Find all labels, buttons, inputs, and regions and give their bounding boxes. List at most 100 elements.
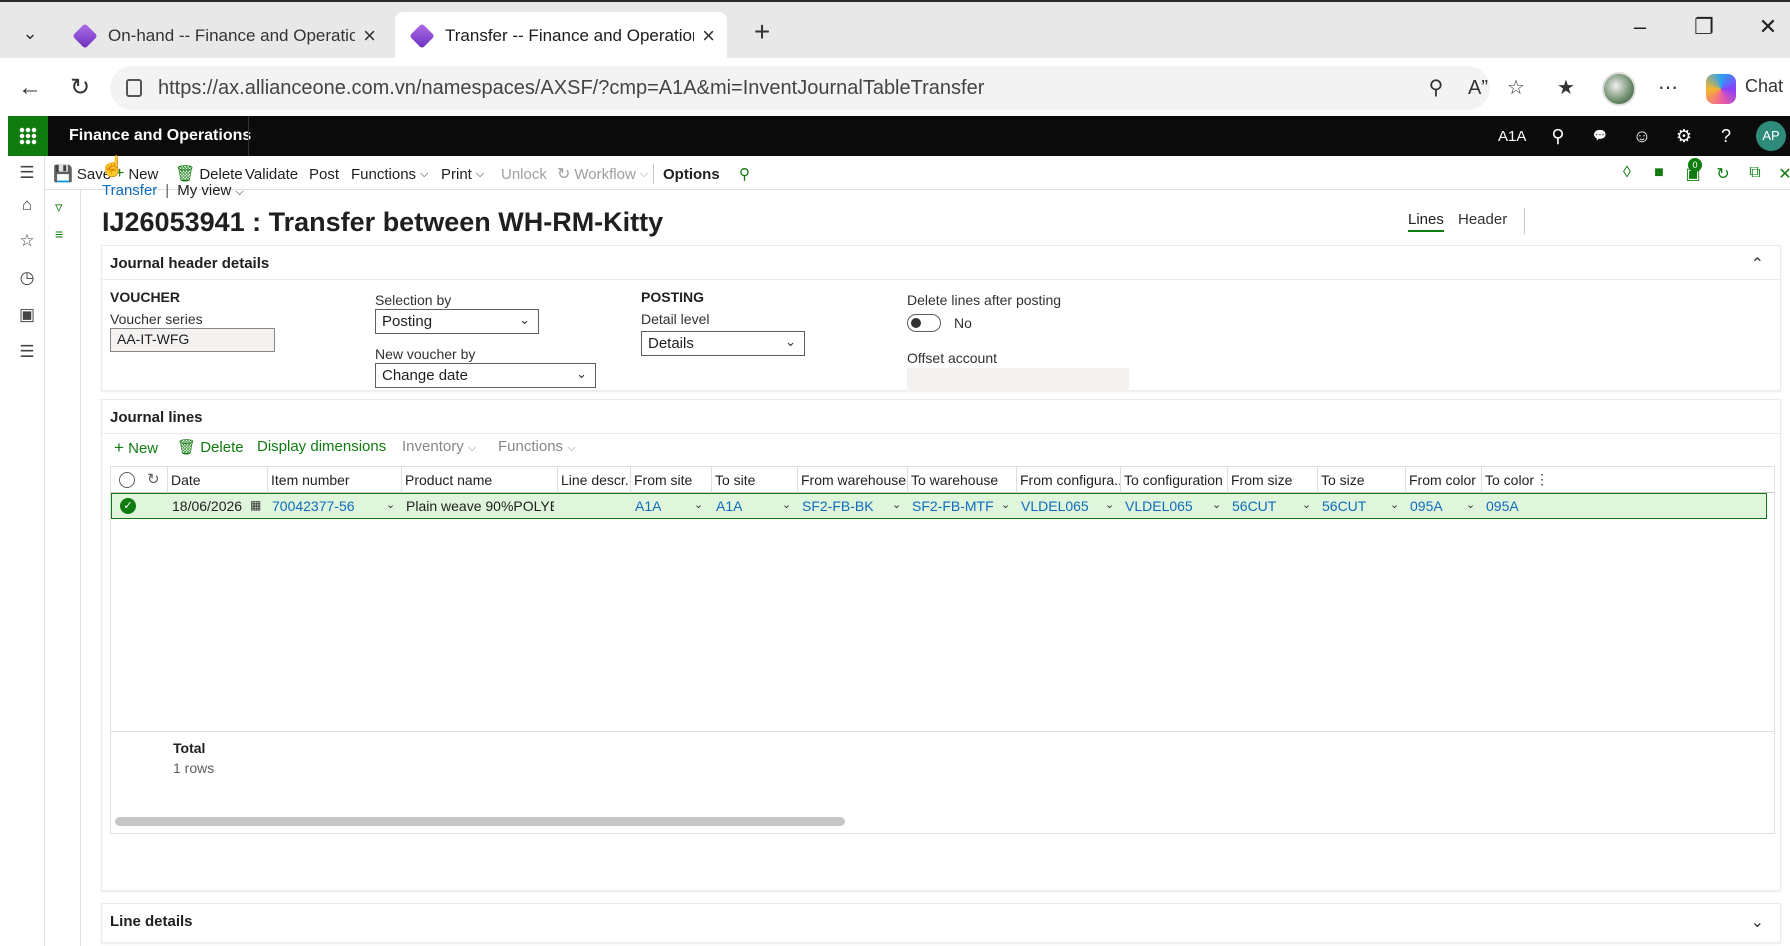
row-selected-check-icon[interactable]: ✓ (120, 498, 136, 514)
horizontal-scrollbar[interactable] (115, 817, 845, 826)
column-header-from-warehouse[interactable]: From warehouse (801, 472, 907, 488)
recent-clock-icon[interactable]: ◷ (16, 267, 38, 289)
cell-to-size[interactable]: 56CUT (1322, 498, 1366, 514)
modules-list-icon[interactable]: ☰ (16, 341, 38, 363)
column-header-to-configuration[interactable]: To configuration (1124, 472, 1226, 488)
tab-list-chevron-icon[interactable]: ⌄ (8, 14, 52, 52)
cell-to-color[interactable]: 095A (1486, 498, 1519, 514)
calendar-icon[interactable]: ▦ (250, 498, 261, 512)
lines-view-tab[interactable]: Lines (1408, 211, 1444, 232)
column-header-date[interactable]: Date (171, 472, 261, 488)
fasttab-header[interactable]: Line details ⌄ (102, 904, 1780, 938)
cell-from-size[interactable]: 56CUT (1232, 498, 1276, 514)
chevron-down-icon[interactable]: ⌄ (1001, 498, 1010, 511)
table-row[interactable]: ✓ 18/06/2026 ▦ 70042377-56 ⌄ Plain weave… (111, 493, 1767, 519)
browser-profile-avatar[interactable] (1602, 72, 1636, 106)
delete-lines-toggle[interactable] (907, 314, 941, 332)
close-icon[interactable]: × (363, 23, 376, 49)
header-view-tab[interactable]: Header (1458, 211, 1507, 228)
settings-gear-icon[interactable]: ⚙ (1672, 124, 1696, 148)
cell-item-number[interactable]: 70042377-56 (272, 498, 355, 514)
close-icon[interactable]: × (702, 23, 715, 49)
zoom-icon[interactable]: ⚲ (1422, 74, 1450, 102)
refresh-icon[interactable]: ↻ (1713, 164, 1733, 184)
office-icon[interactable]: ■ (1649, 164, 1669, 184)
more-options-icon[interactable]: ⋯ (1654, 74, 1682, 102)
cell-to-configuration[interactable]: VLDEL065 (1125, 498, 1193, 514)
workspaces-icon[interactable]: ▣ (16, 304, 38, 326)
lines-delete-button[interactable]: 🗑 Delete (177, 438, 244, 456)
cell-from-site[interactable]: A1A (635, 498, 661, 514)
url-field[interactable]: https://ax.allianceone.com.vn/namespaces… (110, 66, 1490, 110)
functions-menu-lines[interactable]: Functions ⌵ (498, 438, 576, 455)
cell-from-warehouse[interactable]: SF2-FB-BK (802, 498, 874, 514)
related-info-icon[interactable]: ≡ (55, 226, 63, 242)
workflow-menu[interactable]: ↻ Workflow ⌵ (557, 162, 648, 186)
chevron-up-icon[interactable]: ⌃ (1751, 254, 1764, 274)
column-header-from-configuration[interactable]: From configura... (1020, 472, 1120, 488)
cell-product-name[interactable]: Plain weave 90%POLYE... (406, 498, 554, 514)
functions-menu[interactable]: Functions ⌵ (351, 162, 428, 186)
inventory-menu[interactable]: Inventory ⌵ (402, 438, 476, 455)
unlock-button[interactable]: Unlock (501, 162, 547, 186)
feedback-smiley-icon[interactable]: ☺ (1630, 124, 1654, 148)
cell-from-configuration[interactable]: VLDEL065 (1021, 498, 1089, 514)
column-header-from-color[interactable]: From color (1409, 472, 1479, 488)
cell-date[interactable]: 18/06/2026 (172, 498, 242, 514)
refresh-icon[interactable]: ↻ (147, 470, 160, 488)
back-arrow-icon[interactable]: ← (12, 70, 48, 106)
filter-icon[interactable]: ▿ (55, 198, 63, 216)
diamond-icon[interactable]: ◊ (1617, 164, 1637, 184)
close-form-icon[interactable]: ✕ (1775, 164, 1790, 184)
minimize-icon[interactable]: – (1620, 14, 1660, 40)
chevron-down-icon[interactable]: ⌄ (1212, 498, 1221, 511)
fasttab-header[interactable]: Journal header details ⌃ (102, 246, 1780, 280)
chat-label[interactable]: Chat (1745, 76, 1783, 97)
refresh-icon[interactable]: ↻ (62, 70, 98, 106)
options-tab[interactable]: Options (663, 162, 720, 186)
breadcrumb-transfer-link[interactable]: Transfer (102, 182, 157, 199)
select-all-checkbox[interactable] (119, 472, 135, 488)
cell-to-warehouse[interactable]: SF2-FB-MTF (912, 498, 994, 514)
hamburger-menu-icon[interactable]: ☰ (16, 162, 38, 184)
favorites-list-icon[interactable]: ★ (1552, 74, 1580, 102)
column-header-from-site[interactable]: From site (634, 472, 709, 488)
search-icon[interactable]: ⚲ (1546, 124, 1570, 148)
browser-tab-onhand[interactable]: On-hand -- Finance and Operation × (58, 12, 388, 60)
column-options-icon[interactable]: ⋮ (1535, 471, 1549, 488)
chevron-down-icon[interactable]: ⌄ (1466, 498, 1475, 511)
column-header-to-warehouse[interactable]: To warehouse (911, 472, 1016, 488)
column-header-to-size[interactable]: To size (1321, 472, 1401, 488)
new-voucher-select[interactable]: Change date ⌄ (375, 363, 596, 388)
validate-button[interactable]: Validate (245, 162, 298, 186)
favorite-star-icon[interactable]: ☆ (1502, 74, 1530, 102)
voucher-series-field[interactable]: AA-IT-WFG (110, 328, 275, 352)
chevron-down-icon[interactable]: ⌄ (782, 498, 791, 511)
chevron-down-icon[interactable]: ⌄ (1390, 498, 1399, 511)
help-icon[interactable]: ? (1714, 124, 1738, 148)
column-header-from-size[interactable]: From size (1231, 472, 1316, 488)
lines-new-button[interactable]: + New (114, 438, 158, 458)
chevron-down-icon[interactable]: ⌵ (235, 186, 243, 198)
selection-by-select[interactable]: Posting ⌄ (375, 309, 539, 334)
column-header-product-name[interactable]: Product name (405, 472, 555, 488)
user-avatar[interactable]: AP (1756, 121, 1786, 151)
new-tab-plus-icon[interactable]: + (742, 16, 782, 48)
chevron-down-icon[interactable]: ⌄ (694, 498, 703, 511)
print-menu[interactable]: Print ⌵ (441, 162, 484, 186)
column-header-line-description[interactable]: Line descr... (561, 472, 629, 488)
company-picker[interactable]: A1A (1498, 128, 1526, 145)
fasttab-header[interactable]: Journal lines (102, 400, 1780, 434)
browser-tab-transfer[interactable]: Transfer -- Finance and Operations × (395, 12, 727, 60)
chevron-down-icon[interactable]: ⌄ (386, 498, 395, 511)
detail-level-select[interactable]: Details ⌄ (641, 331, 805, 356)
display-dimensions-button[interactable]: Display dimensions (257, 438, 386, 455)
app-title[interactable]: Finance and Operations (69, 127, 251, 145)
chevron-down-icon[interactable]: ⌄ (1302, 498, 1311, 511)
chevron-down-icon[interactable]: ⌄ (1751, 912, 1764, 932)
view-selector[interactable]: My view (177, 182, 231, 199)
copilot-icon[interactable] (1706, 74, 1736, 104)
read-aloud-icon[interactable]: A” (1464, 74, 1492, 102)
home-icon[interactable]: ⌂ (16, 194, 38, 216)
open-new-window-icon[interactable]: ⧉ (1745, 164, 1765, 184)
